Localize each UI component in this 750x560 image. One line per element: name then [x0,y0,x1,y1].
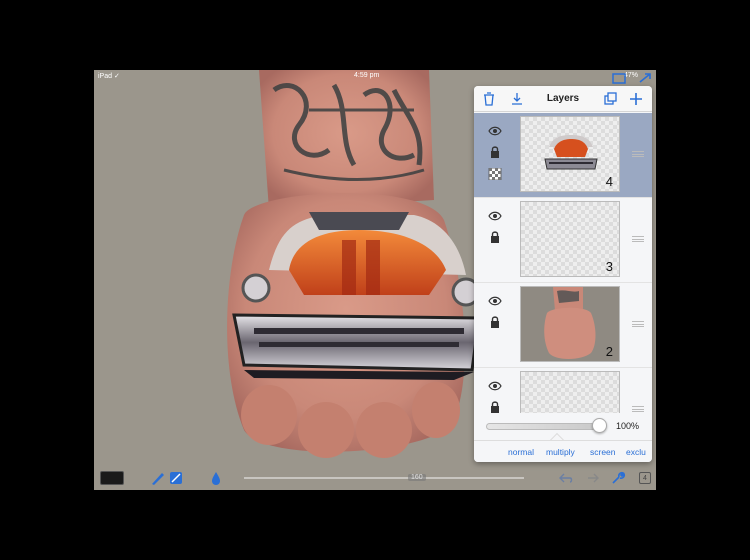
battery-label: 47% [623,72,638,79]
water-drop-icon[interactable] [208,470,224,486]
lock-icon[interactable] [488,316,502,328]
brush-icon[interactable] [150,470,166,486]
plus-icon[interactable] [628,91,644,107]
layer-list: 4 3 2 [474,113,652,413]
layer-number: 3 [605,259,613,274]
lock-icon[interactable] [488,146,502,158]
duplicate-icon[interactable] [602,91,618,107]
layer-row-1[interactable]: 1 [474,368,652,413]
lock-icon[interactable] [488,231,502,243]
drag-handle-icon[interactable] [632,406,644,412]
lock-icon[interactable] [488,401,502,413]
opacity-value: 100% [616,421,640,431]
share-icon[interactable] [638,72,652,84]
drag-handle-icon[interactable] [632,151,644,157]
bottom-toolbar: 160 4 [94,466,656,490]
eraser-icon[interactable] [168,470,184,486]
layers-icon[interactable]: 4 [639,472,651,484]
layer-thumbnail: 1 [520,371,620,413]
clock: 4:59 pm [354,72,380,79]
layers-title: Layers [546,93,580,104]
opacity-slider-knob[interactable] [592,418,607,433]
blend-exclusion[interactable]: exclu [626,447,646,457]
alpha-lock-icon[interactable] [488,168,502,180]
layer-row-4[interactable]: 4 [474,113,652,198]
blend-mode-bar: normal multiply screen exclu [474,440,652,462]
opacity-slider[interactable] [486,423,604,430]
layer-number: 2 [605,344,613,359]
drag-handle-icon[interactable] [632,321,644,327]
layer-number: 4 [605,174,613,189]
app-screen: iPad ✓ 4:59 pm 47% Layers 4 3 2 100% nor… [94,70,656,490]
status-bar: iPad ✓ 4:59 pm 47% [94,70,656,82]
gallery-icon[interactable] [612,72,626,84]
eye-icon[interactable] [488,380,502,392]
wrench-icon[interactable] [610,470,626,486]
layer-thumbnail: 4 [520,116,620,192]
eye-icon[interactable] [488,295,502,307]
layer-row-2[interactable]: 2 [474,283,652,368]
blend-screen[interactable]: screen [590,447,616,457]
undo-icon[interactable] [558,470,574,486]
timeline-slider[interactable] [244,477,524,479]
device-label: iPad ✓ [98,73,120,80]
blend-multiply[interactable]: multiply [546,447,575,457]
layer-row-3[interactable]: 3 [474,198,652,283]
eye-icon[interactable] [488,210,502,222]
opacity-control: 100% [474,416,652,436]
blend-normal[interactable]: normal [508,447,534,457]
eye-icon[interactable] [488,125,502,137]
color-swatch[interactable] [100,471,124,485]
layer-thumbnail: 3 [520,201,620,277]
layer-thumbnail: 2 [520,286,620,362]
layers-header: Layers [474,86,652,112]
timeline-label: 160 [408,474,426,481]
redo-icon[interactable] [584,470,600,486]
drag-handle-icon[interactable] [632,236,644,242]
layers-panel: Layers 4 3 2 100% normal multiply screen… [474,86,652,462]
